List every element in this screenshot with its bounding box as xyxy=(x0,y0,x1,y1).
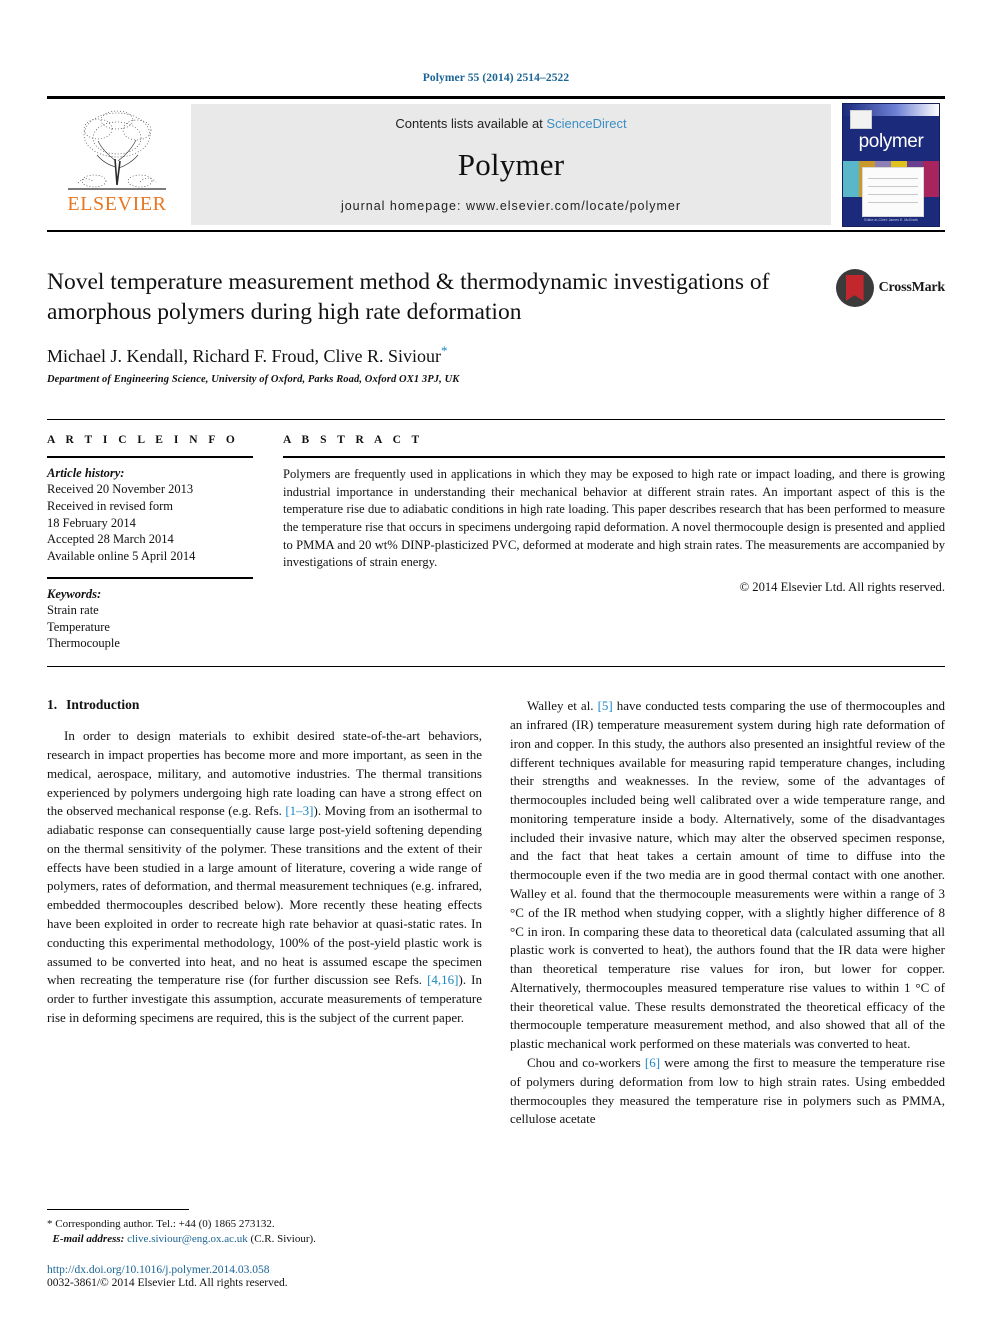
cover-footer-text: Editor-in-Chief: James E. McGrath xyxy=(864,217,918,222)
issn-copyright: 0032-3861/© 2014 Elsevier Ltd. All right… xyxy=(47,1277,288,1289)
section-number: 1. xyxy=(47,697,58,713)
author-affiliation: Department of Engineering Science, Unive… xyxy=(47,374,460,386)
divider xyxy=(283,456,945,459)
journal-cover-thumbnail: polymer Editor-in-Chief: James E. McGrat… xyxy=(837,99,945,230)
paragraph: In order to design materials to exhibit … xyxy=(47,727,482,1028)
email-note: E-mail address: clive.siviour@eng.ox.ac.… xyxy=(47,1232,467,1248)
abstract-column: A B S T R A C T Polymers are frequently … xyxy=(279,434,945,652)
contents-prefix: Contents lists available at xyxy=(395,116,547,131)
footnote-divider xyxy=(47,1208,189,1210)
email-label: E-mail address: xyxy=(52,1233,125,1246)
email-owner: (C.R. Siviour). xyxy=(247,1233,316,1246)
paragraph: Chou and co-workers [6] were among the f… xyxy=(510,1054,945,1129)
journal-title: Polymer xyxy=(457,147,565,182)
journal-masthead: ELSEVIER Contents lists available at Sci… xyxy=(47,96,945,232)
journal-homepage-link[interactable]: journal homepage: www.elsevier.com/locat… xyxy=(341,199,681,213)
history-item: 18 February 2014 xyxy=(47,515,136,530)
history-item: Accepted 28 March 2014 xyxy=(47,532,174,547)
section-title: Introduction xyxy=(66,697,140,713)
paragraph-text: Walley et al. xyxy=(527,698,598,714)
left-text-column: 1. Introduction In order to design materi… xyxy=(47,697,482,1129)
paragraph-text: ). Moving from an isothermal to adiabati… xyxy=(47,803,482,988)
cover-publisher-mark xyxy=(850,109,872,129)
right-text-column: Walley et al. [5] have conducted tests c… xyxy=(510,697,945,1129)
masthead-center: Contents lists available at ScienceDirec… xyxy=(191,104,831,225)
abstract-heading: A B S T R A C T xyxy=(283,434,424,447)
abstract-copyright: © 2014 Elsevier Ltd. All rights reserved… xyxy=(739,579,945,594)
paragraph-text: have conducted tests comparing the use o… xyxy=(510,698,945,1052)
doi-link[interactable]: http://dx.doi.org/10.1016/j.polymer.2014… xyxy=(47,1264,467,1276)
divider xyxy=(47,666,945,668)
article-page: Polymer 55 (2014) 2514–2522 ELSEVIER Con… xyxy=(0,0,992,1323)
section-heading: 1. Introduction xyxy=(47,697,482,713)
page-title: Novel temperature measurement method & t… xyxy=(47,269,770,326)
article-info-column: A R T I C L E I N F O Article history: R… xyxy=(47,434,279,652)
divider xyxy=(47,576,253,579)
article-info-heading: A R T I C L E I N F O xyxy=(47,434,239,447)
history-item: Received 20 November 2013 xyxy=(47,482,194,497)
cover-image: polymer Editor-in-Chief: James E. McGrat… xyxy=(842,102,940,227)
article-history-label: Article history: xyxy=(47,466,125,481)
elsevier-wordmark: ELSEVIER xyxy=(67,193,167,215)
keyword-item: Thermocouple xyxy=(47,636,120,651)
paragraph: Walley et al. [5] have conducted tests c… xyxy=(510,697,945,1054)
history-item: Available online 5 April 2014 xyxy=(47,549,196,564)
elsevier-logo: ELSEVIER xyxy=(47,99,187,230)
contents-available-line: Contents lists available at ScienceDirec… xyxy=(395,116,626,131)
footnote-area: * Corresponding author. Tel.: +44 (0) 18… xyxy=(47,1208,467,1289)
cover-inset-figure xyxy=(862,166,924,217)
citation-link[interactable]: [6] xyxy=(645,1055,660,1070)
info-abstract-region: A R T I C L E I N F O Article history: R… xyxy=(47,419,945,652)
sciencedirect-link[interactable]: ScienceDirect xyxy=(546,116,626,131)
title-block: CrossMark Novel temperature measurement … xyxy=(47,267,945,385)
crossmark-badge[interactable]: CrossMark xyxy=(835,269,946,307)
corresponding-author-marker[interactable]: * xyxy=(441,343,448,358)
email-link[interactable]: clive.siviour@eng.ox.ac.uk xyxy=(127,1233,248,1245)
author-list: Michael J. Kendall, Richard F. Froud, Cl… xyxy=(47,343,945,367)
citation-link[interactable]: [5] xyxy=(598,698,613,713)
running-head: Polymer 55 (2014) 2514–2522 xyxy=(422,72,570,84)
crossmark-icon xyxy=(835,269,874,307)
keyword-item: Strain rate xyxy=(47,602,99,617)
cover-journal-name: polymer xyxy=(858,130,924,152)
author-names: Michael J. Kendall, Richard F. Froud, Cl… xyxy=(47,346,442,367)
body-columns: 1. Introduction In order to design materi… xyxy=(47,697,945,1129)
corresponding-author-note: * Corresponding author. Tel.: +44 (0) 18… xyxy=(47,1217,275,1230)
keywords-label: Keywords: xyxy=(47,586,102,601)
divider xyxy=(47,456,253,459)
paragraph-text: Chou and co-workers xyxy=(527,1055,645,1070)
history-item: Received in revised form xyxy=(47,498,173,513)
citation-link[interactable]: [1–3] xyxy=(285,803,313,818)
abstract-text: Polymers are frequently used in applicat… xyxy=(283,467,945,570)
keyword-item: Temperature xyxy=(47,619,110,634)
citation-link[interactable]: [4,16] xyxy=(427,972,458,987)
crossmark-label: CrossMark xyxy=(878,280,946,295)
elsevier-tree-icon xyxy=(68,110,166,190)
